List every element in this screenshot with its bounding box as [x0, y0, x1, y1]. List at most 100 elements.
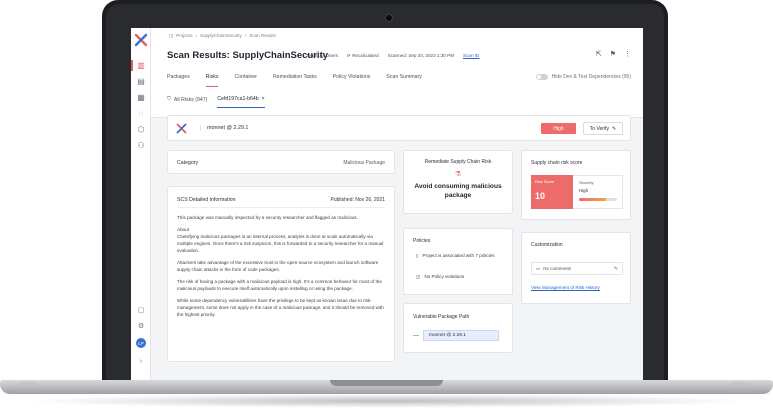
flag-icon[interactable]: ⚑ — [610, 50, 616, 58]
comments-field[interactable]: ▭ No comments ✎ — [531, 262, 623, 275]
details-paragraph: Classifying malicious packages is an int… — [177, 234, 384, 253]
laptop-notch — [330, 380, 443, 386]
dashboard-icon[interactable]: ▥ — [135, 60, 147, 71]
breadcrumb-projects[interactable]: Projects — [176, 33, 192, 39]
left-rail: ▥ ▤ ▦ ◌ ⬡ ⚇ ▢ ⚙ LP › — [131, 28, 151, 380]
breadcrumb-separator: › — [244, 33, 247, 38]
applications-icon[interactable]: ▦ — [135, 92, 147, 103]
app-logo-icon[interactable] — [134, 33, 148, 47]
remediation-message: Avoid consuming malicious package — [414, 183, 502, 199]
tab-risks[interactable]: Risks — [205, 74, 219, 87]
policies-card: Policies ▯ Project is associated with 7 p… — [403, 228, 513, 295]
details-paragraph: The risk of having a package with a mali… — [177, 279, 382, 291]
page-title: Scan Results: SupplyChainSecurity — [167, 50, 329, 61]
scan-id-link[interactable]: Scan ID — [463, 53, 479, 59]
scanned-label: Scanned: Sep 20, 2023 1:30 PM — [387, 53, 455, 58]
severity-bar — [579, 198, 617, 201]
breadcrumb-current: Scan Results — [249, 33, 276, 38]
insights-icon[interactable]: ◌ — [135, 108, 147, 119]
scan-meta: Team: All Users ⟳ Recalculated Scanned: … — [306, 53, 479, 59]
tab-container[interactable]: Container — [234, 74, 257, 87]
export-icon[interactable]: ⇱ — [596, 50, 602, 58]
tab-scan-summary[interactable]: Scan Summary — [386, 74, 421, 87]
projects-icon[interactable]: ▤ — [135, 76, 147, 87]
breadcrumb-project[interactable]: SupplyChainSecurity — [200, 33, 242, 39]
breadcrumb: ◫ Projects › SupplyChainSecurity › Scan … — [169, 33, 276, 39]
risk-history-link[interactable]: View Management of Risk History — [531, 285, 600, 290]
webcam — [385, 14, 393, 22]
remediation-card: Remediate Supply Chain Risk ⚗ Avoid cons… — [403, 150, 513, 214]
tab-bar: Packages Risks Container Remediation Tas… — [167, 74, 422, 87]
comment-icon: ▭ — [536, 265, 541, 271]
details-paragraph: About — [177, 227, 190, 232]
severity-bar-fill — [579, 198, 606, 201]
state-dropdown[interactable]: To Verify ✎ — [583, 122, 623, 135]
package-name: monnet @ 2.29.1 — [200, 125, 248, 131]
active-nav-indicator — [131, 60, 133, 71]
users-icon[interactable]: ⚇ — [135, 140, 147, 151]
document-icon: ▯ — [416, 253, 419, 258]
malicious-package-icon — [176, 123, 187, 134]
vulnerable-path-title: Vulnerable Package Path — [413, 314, 470, 320]
settings-icon[interactable]: ⚙ — [135, 322, 147, 330]
details-body: This package was manually inspected by a… — [177, 214, 387, 323]
risk-score-value: 10 — [535, 191, 546, 201]
subtab-all-risks[interactable]: ⛉ All Risks (947) — [167, 96, 207, 108]
customization-title: Customization — [531, 242, 563, 248]
severity-badge: High — [541, 123, 576, 134]
close-icon[interactable]: × — [262, 96, 265, 102]
subtab-current-risk[interactable]: Cefd197ca1-b64b × — [217, 96, 265, 108]
details-card: SCS Detailed Information Published: Nov … — [167, 186, 395, 362]
policies-icon[interactable]: ⬡ — [135, 124, 147, 135]
projects-icon: ◫ — [169, 33, 174, 38]
policies-violations: ◫ No Policy violations — [416, 274, 465, 279]
tab-packages[interactable]: Packages — [167, 74, 190, 87]
policies-title: Policies — [413, 238, 431, 244]
tab-remediation-tasks[interactable]: Remediation Tasks — [273, 74, 317, 87]
dev-deps-toggle-wrap: Hide Dev & Test Dependencies (95) — [535, 74, 631, 80]
avatar[interactable]: LP — [136, 338, 146, 348]
risk-score-card: Supply chain risk score Risk Score 10 Se… — [521, 150, 631, 220]
category-label: Category — [177, 160, 199, 166]
expand-icon[interactable]: › — [135, 358, 147, 365]
severity-value: High — [579, 188, 589, 193]
flask-icon: ⚗ — [454, 171, 462, 178]
remediation-title: Remediate Supply Chain Risk — [424, 159, 492, 165]
tab-policy-violations[interactable]: Policy Violations — [333, 74, 371, 87]
risk-subtabs: ⛉ All Risks (947) Cefd197ca1-b64b × — [167, 96, 265, 108]
risk-score-label: Risk Score — [535, 179, 555, 184]
dev-deps-toggle-label: Hide Dev & Test Dependencies (95) — [551, 74, 631, 80]
vulnerable-path-card: Vulnerable Package Path monnet @ 2.29.1 — [403, 303, 513, 353]
category-card: Category Malicious Package — [167, 150, 395, 174]
status-label: ⟳ Recalculated — [346, 53, 379, 58]
published-date: Published: Nov 26, 2021 — [330, 197, 385, 203]
app-screen: ▥ ▤ ▦ ◌ ⬡ ⚇ ▢ ⚙ LP › ◫ Projects › Supply… — [131, 28, 643, 380]
dev-deps-toggle[interactable] — [535, 74, 548, 80]
more-icon[interactable]: ⋮ — [624, 50, 631, 58]
customization-card: Customization ▭ No comments ✎ View Manag… — [521, 232, 631, 304]
risk-score-title: Supply chain risk score — [531, 160, 583, 166]
policies-associated: ▯ Project is associated with 7 policies — [416, 253, 495, 258]
details-paragraph: This package was manually inspected by a… — [177, 215, 358, 220]
vulnerable-path-row: monnet @ 2.29.1 — [413, 330, 499, 341]
laptop-mockup: ▥ ▤ ▦ ◌ ⬡ ⚇ ▢ ⚙ LP › ◫ Projects › Supply… — [0, 0, 773, 420]
breadcrumb-separator: › — [195, 33, 198, 38]
details-paragraph: Attackers take advantage of the excessiv… — [177, 260, 379, 272]
package-bar: monnet @ 2.29.1 High To Verify ✎ — [167, 115, 631, 141]
team-label: Team: All Users — [306, 53, 338, 58]
vulnerable-path-node[interactable]: monnet @ 2.29.1 — [423, 330, 499, 341]
header-actions: ⇱ ⚑ ⋮ — [596, 50, 631, 58]
category-value: Malicious Package — [343, 160, 385, 166]
details-label: SCS Detailed Information — [177, 197, 236, 203]
edit-icon[interactable]: ✎ — [614, 266, 618, 272]
violation-icon: ◫ — [416, 274, 421, 279]
severity-panel: Severity High — [573, 175, 623, 209]
shield-icon: ⛉ — [167, 96, 171, 102]
page-header: ◫ Projects › SupplyChainSecurity › Scan … — [151, 28, 643, 118]
path-connector — [413, 335, 419, 336]
docs-icon[interactable]: ▢ — [135, 306, 147, 314]
edit-icon: ✎ — [611, 125, 617, 132]
severity-label: Severity — [579, 180, 594, 185]
details-paragraph: While some dependency vulnerabilities ha… — [177, 298, 384, 317]
risk-score-box: Risk Score 10 — [531, 175, 573, 209]
